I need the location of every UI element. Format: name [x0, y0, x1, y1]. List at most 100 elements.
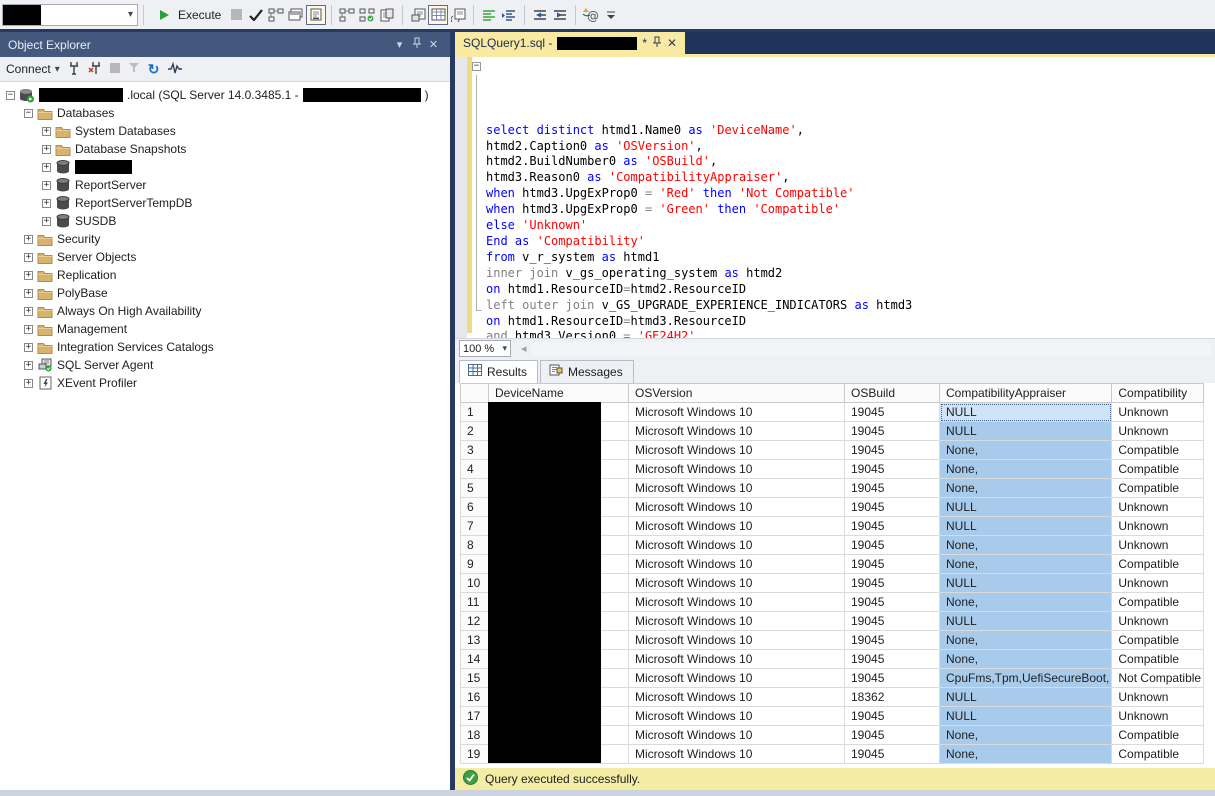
row-number-cell[interactable]: 14: [461, 650, 489, 669]
increase-indent-icon[interactable]: [550, 5, 570, 25]
row-number-cell[interactable]: 12: [461, 612, 489, 631]
grid-cell[interactable]: Microsoft Windows 10: [629, 669, 845, 688]
intellisense-toggle-icon[interactable]: [306, 5, 326, 25]
tree-item[interactable]: −Databases: [0, 104, 450, 122]
code-line[interactable]: on htmd1.ResourceID=htmd2.ResourceID: [472, 282, 912, 298]
expand-icon[interactable]: +: [24, 307, 33, 316]
tree-item[interactable]: +Server Objects: [0, 248, 450, 266]
grid-cell[interactable]: 19045: [845, 650, 940, 669]
grid-cell[interactable]: None,: [940, 536, 1112, 555]
uncomment-lines-icon[interactable]: [499, 5, 519, 25]
grid-cell[interactable]: None,: [940, 745, 1112, 764]
code-line[interactable]: left outer join v_GS_UPGRADE_EXPERIENCE_…: [472, 298, 912, 314]
row-number-cell[interactable]: 15: [461, 669, 489, 688]
collapse-icon[interactable]: −: [6, 91, 15, 100]
grid-cell[interactable]: Microsoft Windows 10: [629, 555, 845, 574]
code-line[interactable]: htmd3.Reason0 as 'CompatibilityAppraiser…: [472, 170, 912, 186]
results-to-grid-icon[interactable]: [428, 5, 448, 25]
row-number-cell[interactable]: 19: [461, 745, 489, 764]
tree-item[interactable]: +Replication: [0, 266, 450, 284]
tree-item[interactable]: +Database Snapshots: [0, 140, 450, 158]
code-line[interactable]: inner join v_gs_operating_system as htmd…: [472, 266, 912, 282]
scroll-left-arrow-icon[interactable]: ◂: [521, 342, 527, 355]
code-line[interactable]: select distinct htmd1.Name0 as 'DeviceNa…: [472, 123, 912, 139]
sql-code[interactable]: − select distinct htmd1.Name0 as 'Device…: [472, 59, 912, 377]
grid-cell[interactable]: None,: [940, 650, 1112, 669]
grid-cell[interactable]: 19045: [845, 631, 940, 650]
grid-cell[interactable]: Microsoft Windows 10: [629, 593, 845, 612]
tree-item[interactable]: +SQL Server Agent: [0, 356, 450, 374]
grid-cell[interactable]: Microsoft Windows 10: [629, 631, 845, 650]
grid-cell[interactable]: Compatible: [1112, 555, 1204, 574]
row-number-cell[interactable]: 11: [461, 593, 489, 612]
grid-cell[interactable]: Compatible: [1112, 479, 1204, 498]
grid-cell[interactable]: Microsoft Windows 10: [629, 460, 845, 479]
connect-button[interactable]: Connect ▾: [6, 62, 60, 76]
row-number-cell[interactable]: 16: [461, 688, 489, 707]
tree-item[interactable]: +Security: [0, 230, 450, 248]
grid-cell[interactable]: 19045: [845, 555, 940, 574]
tree-item[interactable]: +PolyBase: [0, 284, 450, 302]
grid-cell[interactable]: 19045: [845, 422, 940, 441]
grid-cell[interactable]: None,: [940, 726, 1112, 745]
grid-cell[interactable]: 19045: [845, 593, 940, 612]
grid-cell[interactable]: Microsoft Windows 10: [629, 612, 845, 631]
expand-icon[interactable]: +: [24, 343, 33, 352]
expand-icon[interactable]: +: [42, 217, 51, 226]
tree-item[interactable]: −.local (SQL Server 14.0.3485.1 - ): [0, 86, 450, 104]
grid-cell[interactable]: Unknown: [1112, 707, 1204, 726]
live-query-stats-icon[interactable]: [357, 5, 377, 25]
grid-cell[interactable]: NULL: [940, 422, 1112, 441]
results-to-text-icon[interactable]: [408, 5, 428, 25]
filter-icon[interactable]: [128, 62, 140, 76]
tree-item[interactable]: +Management: [0, 320, 450, 338]
row-number-cell[interactable]: 10: [461, 574, 489, 593]
corner-header-cell[interactable]: [461, 384, 489, 403]
row-number-cell[interactable]: 18: [461, 726, 489, 745]
grid-cell[interactable]: Compatible: [1112, 593, 1204, 612]
expand-icon[interactable]: +: [42, 163, 51, 172]
grid-cell[interactable]: None,: [940, 441, 1112, 460]
code-line[interactable]: htmd2.Caption0 as 'OSVersion',: [472, 139, 912, 155]
grid-cell[interactable]: 19045: [845, 479, 940, 498]
grid-cell[interactable]: 18362: [845, 688, 940, 707]
grid-cell[interactable]: Unknown: [1112, 612, 1204, 631]
grid-cell[interactable]: Not Compatible: [1112, 669, 1204, 688]
column-header-devicename[interactable]: DeviceName: [489, 384, 629, 403]
row-number-cell[interactable]: 4: [461, 460, 489, 479]
tree-item[interactable]: +ReportServer: [0, 176, 450, 194]
grid-cell[interactable]: Microsoft Windows 10: [629, 517, 845, 536]
grid-cell[interactable]: NULL: [940, 403, 1112, 422]
tree-item[interactable]: +Always On High Availability: [0, 302, 450, 320]
grid-cell[interactable]: Microsoft Windows 10: [629, 422, 845, 441]
row-number-cell[interactable]: 1: [461, 403, 489, 422]
activity-monitor-icon[interactable]: [167, 62, 183, 77]
grid-cell[interactable]: Microsoft Windows 10: [629, 574, 845, 593]
horizontal-scrollbar[interactable]: [531, 342, 1211, 356]
row-number-cell[interactable]: 5: [461, 479, 489, 498]
grid-cell[interactable]: 19045: [845, 726, 940, 745]
grid-cell[interactable]: None,: [940, 460, 1112, 479]
grid-cell[interactable]: NULL: [940, 612, 1112, 631]
row-number-cell[interactable]: 9: [461, 555, 489, 574]
row-number-cell[interactable]: 13: [461, 631, 489, 650]
tree-item[interactable]: +SUSDB: [0, 212, 450, 230]
column-header-osbuild[interactable]: OSBuild: [845, 384, 940, 403]
grid-cell[interactable]: None,: [940, 631, 1112, 650]
grid-cell[interactable]: 19045: [845, 536, 940, 555]
row-number-cell[interactable]: 3: [461, 441, 489, 460]
code-line[interactable]: from v_r_system as htmd1: [472, 250, 912, 266]
grid-cell[interactable]: 19045: [845, 498, 940, 517]
connect-plug-icon[interactable]: [68, 61, 80, 78]
grid-cell[interactable]: Compatible: [1112, 745, 1204, 764]
tree-item[interactable]: +Integration Services Catalogs: [0, 338, 450, 356]
query-options-icon[interactable]: [286, 5, 306, 25]
grid-cell[interactable]: Microsoft Windows 10: [629, 536, 845, 555]
object-explorer-titlebar[interactable]: Object Explorer ▾ ✕: [0, 32, 450, 57]
sql-editor[interactable]: − select distinct htmd1.Name0 as 'Device…: [455, 57, 1215, 338]
grid-cell[interactable]: Microsoft Windows 10: [629, 441, 845, 460]
row-number-cell[interactable]: 7: [461, 517, 489, 536]
expand-icon[interactable]: +: [24, 235, 33, 244]
disconnect-plug-icon[interactable]: [88, 61, 102, 78]
expand-icon[interactable]: +: [24, 271, 33, 280]
